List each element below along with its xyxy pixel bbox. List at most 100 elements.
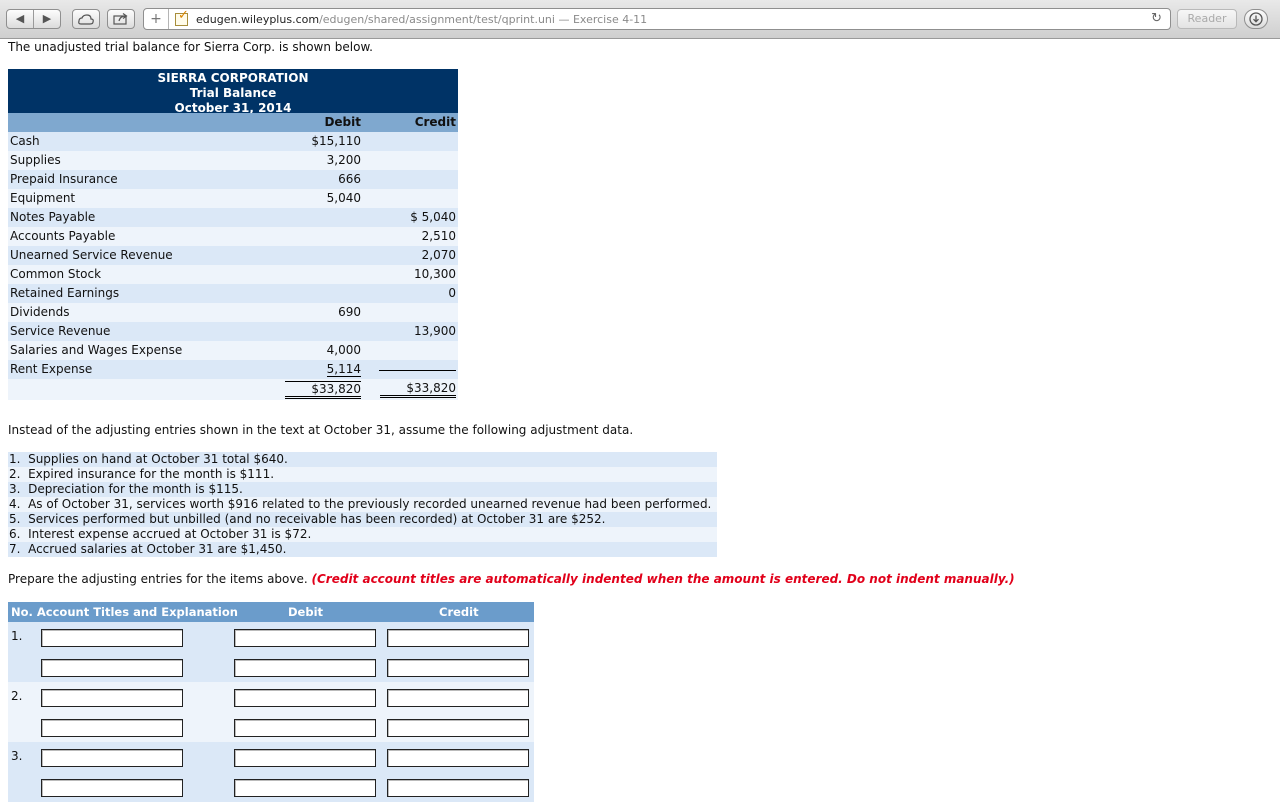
trial-balance-table: SIERRA CORPORATION Trial Balance October… — [8, 69, 458, 400]
debit-input[interactable] — [234, 629, 376, 647]
table-row: Salaries and Wages Expense 4,000 — [8, 341, 458, 360]
entry-group: 2. — [8, 682, 534, 742]
debit-amount: 5,040 — [326, 191, 361, 205]
account-name: Dividends — [10, 305, 70, 319]
list-item: 6. Interest expense accrued at October 3… — [8, 527, 717, 542]
total-credit: $33,820 — [380, 381, 456, 398]
account-name: Salaries and Wages Expense — [10, 343, 183, 357]
account-title-input[interactable] — [41, 749, 183, 767]
debit-input[interactable] — [234, 719, 376, 737]
debit-header: Debit — [324, 115, 361, 129]
column-headers: Debit Credit — [8, 113, 458, 132]
table-row: Common Stock 10,300 — [8, 265, 458, 284]
trial-balance-header: SIERRA CORPORATION Trial Balance October… — [8, 69, 458, 115]
address-bar[interactable]: + edugen.wileyplus.com/edugen/shared/ass… — [143, 8, 1171, 30]
debit-amount: 690 — [338, 305, 361, 319]
list-item: 4. As of October 31, services worth $916… — [8, 497, 717, 512]
debit-amount: 5,114 — [326, 362, 361, 377]
credit-underline — [379, 370, 456, 371]
account-title-input[interactable] — [41, 719, 183, 737]
debit-input[interactable] — [234, 749, 376, 767]
cloud-tabs-icon — [78, 13, 94, 25]
download-icon — [1249, 12, 1263, 26]
account-title-input[interactable] — [41, 779, 183, 797]
list-item: 7. Accrued salaries at October 31 are $1… — [8, 542, 717, 557]
debit-amount: $15,110 — [311, 134, 361, 148]
entry-row — [8, 712, 534, 742]
account-title-input[interactable] — [41, 659, 183, 677]
account-name: Retained Earnings — [10, 286, 120, 300]
debit-amount: 4,000 — [326, 343, 361, 357]
credit-amount: 2,510 — [421, 229, 456, 243]
statement-title: Trial Balance — [189, 86, 277, 100]
table-row: Unearned Service Revenue 2,070 — [8, 246, 458, 265]
url-text[interactable]: edugen.wileyplus.com/edugen/shared/assig… — [196, 13, 647, 26]
url-host: edugen.wileyplus.com — [196, 12, 320, 26]
credit-amount: 13,900 — [414, 324, 456, 338]
list-item: 3. Depreciation for the month is $115. — [8, 482, 717, 497]
list-item: 5. Services performed but unbilled (and … — [8, 512, 717, 527]
debit-input[interactable] — [234, 779, 376, 797]
instructions-note: (Credit account titles are automatically… — [311, 572, 1015, 586]
total-debit: $33,820 — [285, 381, 361, 399]
tabs-button[interactable] — [72, 9, 100, 29]
reader-button[interactable]: Reader — [1177, 9, 1237, 29]
journal-header: No. Account Titles and Explanation Debit… — [8, 602, 534, 622]
downloads-button[interactable] — [1244, 9, 1268, 29]
table-row: Accounts Payable 2,510 — [8, 227, 458, 246]
account-name: Common Stock — [10, 267, 102, 281]
debit-amount: 3,200 — [326, 153, 361, 167]
credit-input[interactable] — [387, 629, 529, 647]
table-row: Prepaid Insurance 666 — [8, 170, 458, 189]
account-name: Cash — [10, 134, 40, 148]
table-row: Notes Payable $ 5,040 — [8, 208, 458, 227]
instructions: Prepare the adjusting entries for the it… — [8, 572, 1015, 586]
instructions-text: Prepare the adjusting entries for the it… — [8, 572, 312, 586]
credit-input[interactable] — [387, 749, 529, 767]
journal-entry-table: No. Account Titles and Explanation Debit… — [8, 602, 534, 802]
account-title-input[interactable] — [41, 629, 183, 647]
account-name: Supplies — [10, 153, 61, 167]
list-item: 2. Expired insurance for the month is $1… — [8, 467, 717, 482]
totals-row: $33,820 $33,820 — [8, 379, 458, 400]
forward-arrow-icon[interactable]: ▶ — [33, 10, 60, 28]
credit-header: Credit — [439, 605, 479, 619]
credit-input[interactable] — [387, 659, 529, 677]
credit-amount: $ 5,040 — [410, 210, 456, 224]
adjustment-list: 1. Supplies on hand at October 31 total … — [8, 452, 717, 557]
table-row: Supplies 3,200 — [8, 151, 458, 170]
account-name: Unearned Service Revenue — [10, 248, 173, 262]
debit-input[interactable] — [234, 689, 376, 707]
debit-header: Debit — [288, 605, 324, 619]
add-bookmark-button[interactable]: + — [144, 9, 169, 29]
journal-entries: 1. 2. 3. — [8, 622, 534, 802]
page-content: The unadjusted trial balance for Sierra … — [0, 39, 1280, 802]
account-name: Accounts Payable — [10, 229, 116, 243]
table-row: Cash $15,110 — [8, 132, 458, 151]
account-title-input[interactable] — [41, 689, 183, 707]
list-item: 1. Supplies on hand at October 31 total … — [8, 452, 717, 467]
entry-row — [8, 652, 534, 682]
back-forward-buttons[interactable]: ◀ ▶ — [6, 9, 61, 29]
credit-input[interactable] — [387, 689, 529, 707]
entry-group: 3. — [8, 742, 534, 802]
back-arrow-icon[interactable]: ◀ — [7, 10, 33, 28]
debit-input[interactable] — [234, 659, 376, 677]
url-path: /edugen/shared/assignment/test/qprint.un… — [319, 12, 555, 26]
share-button[interactable] — [107, 9, 135, 29]
account-name: Service Revenue — [10, 324, 111, 338]
page-title: — Exercise 4-11 — [554, 12, 648, 26]
favicon-icon — [175, 8, 189, 26]
credit-amount: 0 — [448, 286, 456, 300]
credit-input[interactable] — [387, 719, 529, 737]
credit-input[interactable] — [387, 779, 529, 797]
intro-text: The unadjusted trial balance for Sierra … — [8, 40, 373, 54]
credit-amount: 2,070 — [421, 248, 456, 262]
debit-amount: 666 — [338, 172, 361, 186]
trial-balance-rows: Cash $15,110 Supplies 3,200 Prepaid Insuranc… — [8, 132, 458, 379]
adjustment-intro: Instead of the adjusting entries shown i… — [8, 423, 634, 437]
reload-icon[interactable]: ↻ — [1151, 11, 1162, 26]
share-icon — [113, 13, 128, 25]
credit-amount: 10,300 — [414, 267, 456, 281]
entry-row — [8, 682, 534, 712]
